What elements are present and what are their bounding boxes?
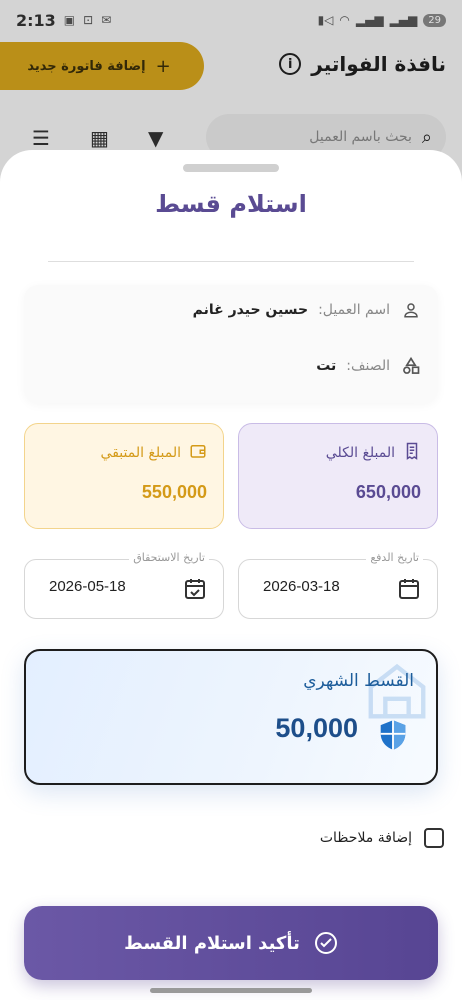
customer-info-card: اسم العميل: حسين حيدر غانم الصنف: تت — [24, 285, 438, 403]
category-label: الصنف: — [346, 358, 390, 374]
divider — [48, 261, 414, 262]
customer-category-row: الصنف: تت — [316, 355, 422, 377]
total-amount-label: المبلغ الكلي — [325, 445, 395, 461]
due-date-value: 2026-05-18 — [49, 578, 126, 595]
total-amount-label-row: المبلغ الكلي — [255, 442, 421, 464]
gesture-nav-bar[interactable] — [150, 988, 312, 993]
payment-date-field[interactable]: تاريخ الدفع 2026-03-18 — [238, 551, 438, 619]
add-notes-label: إضافة ملاحظات — [319, 830, 412, 846]
remaining-amount-card: المبلغ المتبقي 550,000 — [24, 423, 224, 529]
add-notes-row[interactable]: إضافة ملاحظات — [320, 828, 444, 848]
shield-icon — [378, 719, 408, 751]
check-circle-icon — [314, 931, 338, 955]
installment-value: 50,000 — [275, 713, 358, 743]
category-value: تت — [316, 358, 337, 374]
sheet-title: استلام قسط — [155, 190, 307, 218]
receipt-icon — [403, 442, 421, 464]
customer-name-row: اسم العميل: حسين حيدر غانم — [193, 299, 422, 321]
due-date-label: تاريخ الاستحقاق — [129, 551, 209, 564]
customer-name-label: اسم العميل: — [318, 302, 390, 318]
payment-date-value: 2026-03-18 — [263, 578, 340, 595]
calendar-check-icon — [183, 577, 207, 601]
total-amount-card: المبلغ الكلي 650,000 — [238, 423, 438, 529]
installment-sheet: استلام قسط اسم العميل: حسين حيدر غانم ال… — [0, 150, 462, 1000]
person-icon — [400, 299, 422, 321]
monthly-installment-card[interactable]: القسط الشهري 50,000 — [24, 649, 438, 785]
confirm-installment-button[interactable]: تأكيد استلام القسط — [24, 906, 438, 980]
total-amount-value: 650,000 — [355, 482, 421, 502]
drag-handle[interactable] — [183, 164, 279, 172]
confirm-installment-label: تأكيد استلام القسط — [124, 932, 300, 954]
installment-label: القسط الشهري — [303, 671, 414, 691]
add-notes-checkbox[interactable] — [424, 828, 444, 848]
calendar-icon — [397, 577, 421, 601]
category-icon — [400, 355, 422, 377]
customer-name-value: حسين حيدر غانم — [192, 302, 309, 318]
wallet-icon — [189, 442, 207, 464]
remaining-amount-label: المبلغ المتبقي — [100, 445, 181, 461]
due-date-field[interactable]: تاريخ الاستحقاق 2026-05-18 — [24, 551, 224, 619]
remaining-amount-value: 550,000 — [141, 482, 207, 502]
remaining-amount-label-row: المبلغ المتبقي — [41, 442, 207, 464]
payment-date-label: تاريخ الدفع — [366, 551, 423, 564]
